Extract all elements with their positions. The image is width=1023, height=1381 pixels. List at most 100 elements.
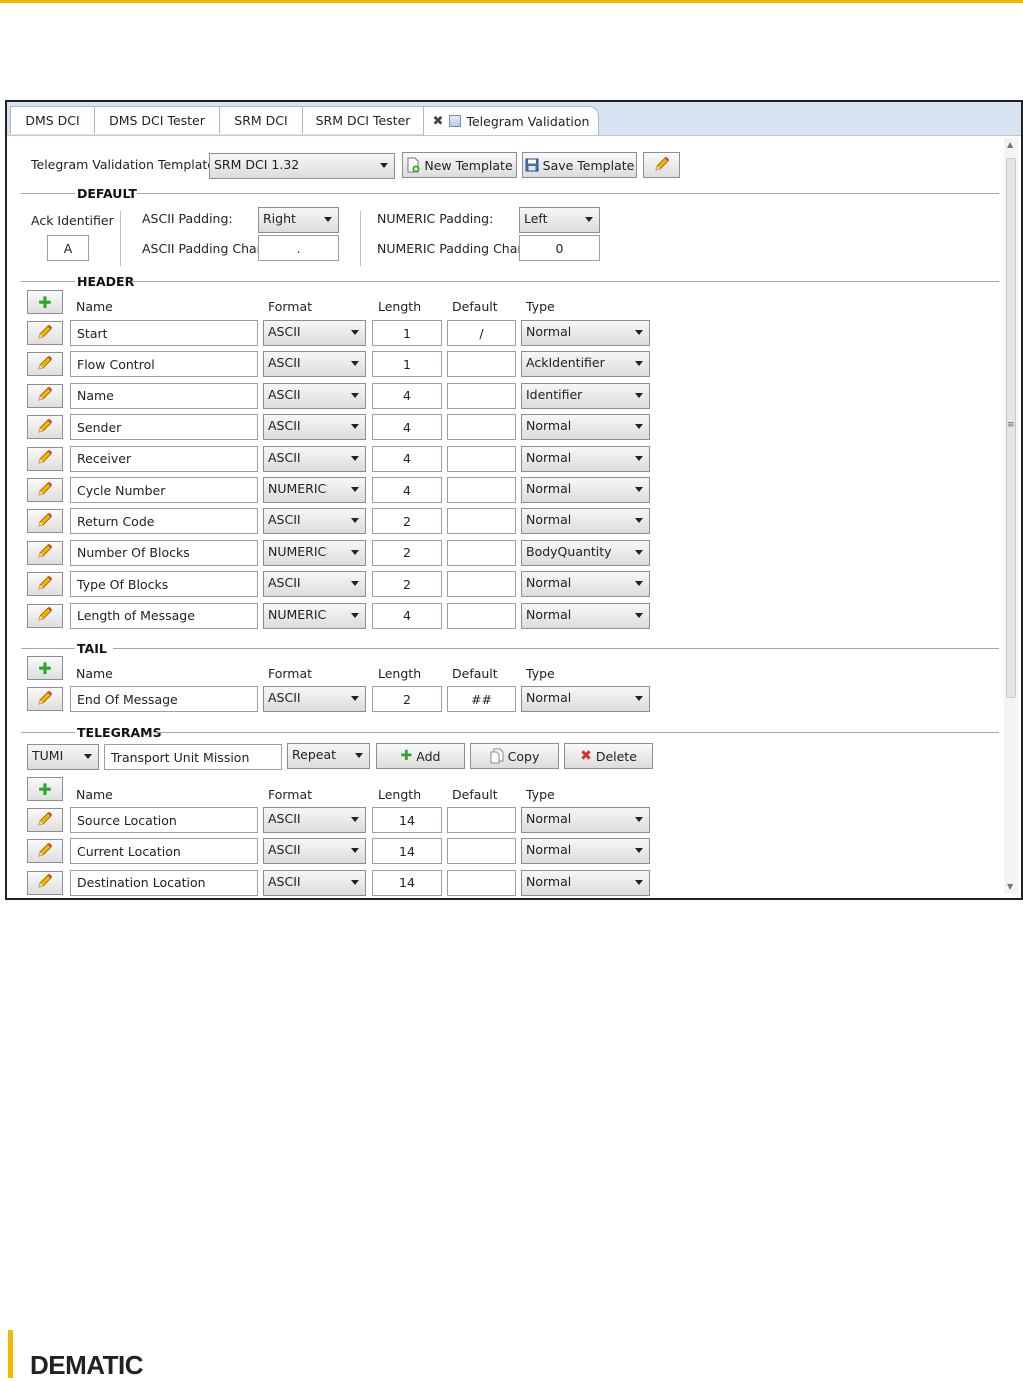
field-format-select[interactable]: ASCII: [263, 414, 366, 441]
field-length-input[interactable]: 14: [372, 838, 442, 865]
field-type-select[interactable]: Identifier: [521, 382, 650, 409]
edit-field-button[interactable]: [27, 870, 63, 895]
field-format-select[interactable]: ASCII: [263, 445, 366, 472]
field-format-select[interactable]: ASCII: [263, 508, 366, 535]
copy-telegram-button[interactable]: Copy: [470, 743, 559, 769]
edit-field-button[interactable]: [27, 540, 63, 565]
field-length-input[interactable]: 4: [372, 477, 442, 503]
tab-telegram-validation[interactable]: ✖ Telegram Validation: [423, 106, 599, 135]
edit-field-button[interactable]: [27, 446, 63, 471]
field-format-select[interactable]: ASCII: [263, 869, 366, 896]
numeric-padding-select[interactable]: Left: [519, 207, 600, 233]
edit-field-button[interactable]: [27, 383, 63, 408]
tab-dms-dci-tester[interactable]: DMS DCI Tester: [94, 106, 220, 134]
field-type-select[interactable]: AckIdentifier: [521, 351, 650, 378]
field-type-select[interactable]: Normal: [521, 508, 650, 535]
ascii-padding-select[interactable]: Right: [258, 207, 339, 233]
field-length-input[interactable]: 14: [372, 807, 442, 833]
field-length-input[interactable]: 1: [372, 351, 442, 378]
field-name-input[interactable]: Start: [70, 320, 258, 346]
field-default-input[interactable]: [447, 477, 516, 503]
vertical-scrollbar[interactable]: ▲ ≡ ▼: [1004, 138, 1018, 894]
telegram-code-select[interactable]: TUMI: [27, 744, 99, 770]
field-format-select[interactable]: ASCII: [263, 571, 366, 598]
save-template-button[interactable]: Save Template: [522, 152, 637, 178]
field-default-input[interactable]: [447, 807, 516, 833]
field-length-input[interactable]: 2: [372, 539, 442, 566]
edit-field-button[interactable]: [27, 572, 63, 597]
field-length-input[interactable]: 2: [372, 508, 442, 535]
edit-field-button[interactable]: [27, 687, 63, 711]
field-name-input[interactable]: Current Location: [70, 838, 258, 865]
edit-field-button[interactable]: [27, 509, 63, 534]
field-length-input[interactable]: 14: [372, 869, 442, 896]
telegram-mode-select[interactable]: Repeat: [287, 743, 370, 769]
field-name-input[interactable]: Source Location: [70, 807, 258, 833]
edit-field-button[interactable]: [27, 603, 63, 628]
field-format-select[interactable]: ASCII: [263, 382, 366, 409]
field-type-select[interactable]: Normal: [521, 445, 650, 472]
field-type-select[interactable]: Normal: [521, 477, 650, 503]
template-select[interactable]: SRM DCI 1.32: [209, 153, 395, 179]
field-format-select[interactable]: ASCII: [263, 838, 366, 865]
field-length-input[interactable]: 2: [372, 686, 442, 712]
add-header-field-button[interactable]: ✚: [27, 290, 63, 314]
field-default-input[interactable]: [447, 414, 516, 441]
field-format-select[interactable]: ASCII: [263, 351, 366, 378]
field-default-input[interactable]: [447, 838, 516, 865]
telegram-description-input[interactable]: Transport Unit Mission: [104, 744, 282, 770]
field-default-input[interactable]: /: [447, 320, 516, 346]
field-default-input[interactable]: [447, 602, 516, 629]
field-default-input[interactable]: ##: [447, 686, 516, 712]
edit-field-button[interactable]: [27, 839, 63, 864]
scroll-up-icon[interactable]: ▲: [1007, 140, 1013, 149]
field-name-input[interactable]: Number Of Blocks: [70, 539, 258, 566]
tab-srm-dci-tester[interactable]: SRM DCI Tester: [302, 106, 424, 134]
field-length-input[interactable]: 4: [372, 602, 442, 629]
field-format-select[interactable]: ASCII: [263, 807, 366, 833]
close-tab-icon[interactable]: ✖: [433, 114, 444, 129]
field-name-input[interactable]: Flow Control: [70, 351, 258, 378]
add-telegram-button[interactable]: ✚ Add: [376, 743, 465, 769]
add-telegram-field-button[interactable]: ✚: [27, 777, 63, 801]
new-template-button[interactable]: New Template: [402, 152, 517, 178]
edit-field-button[interactable]: [27, 808, 63, 832]
field-name-input[interactable]: Destination Location: [70, 869, 258, 896]
scroll-down-icon[interactable]: ▼: [1007, 882, 1013, 891]
edit-field-button[interactable]: [27, 415, 63, 440]
field-name-input[interactable]: Length of Message: [70, 602, 258, 629]
field-type-select[interactable]: Normal: [521, 807, 650, 833]
field-length-input[interactable]: 4: [372, 414, 442, 441]
field-length-input[interactable]: 4: [372, 382, 442, 409]
field-type-select[interactable]: Normal: [521, 571, 650, 598]
edit-field-button[interactable]: [27, 478, 63, 502]
field-type-select[interactable]: BodyQuantity: [521, 539, 650, 566]
field-default-input[interactable]: [447, 508, 516, 535]
field-type-select[interactable]: Normal: [521, 320, 650, 346]
field-type-select[interactable]: Normal: [521, 602, 650, 629]
field-name-input[interactable]: Type Of Blocks: [70, 571, 258, 598]
field-type-select[interactable]: Normal: [521, 838, 650, 865]
field-default-input[interactable]: [447, 571, 516, 598]
field-type-select[interactable]: Normal: [521, 414, 650, 441]
add-tail-field-button[interactable]: ✚: [27, 656, 63, 680]
edit-template-button[interactable]: [643, 152, 680, 178]
tab-srm-dci[interactable]: SRM DCI: [219, 106, 303, 134]
field-format-select[interactable]: NUMERIC: [263, 602, 366, 629]
edit-field-button[interactable]: [27, 352, 63, 377]
field-format-select[interactable]: ASCII: [263, 320, 366, 346]
field-type-select[interactable]: Normal: [521, 869, 650, 896]
field-name-input[interactable]: Sender: [70, 414, 258, 441]
tab-dms-dci[interactable]: DMS DCI: [10, 106, 95, 134]
ack-identifier-input[interactable]: A: [47, 235, 89, 261]
field-default-input[interactable]: [447, 869, 516, 896]
field-name-input[interactable]: Receiver: [70, 445, 258, 472]
delete-telegram-button[interactable]: ✖ Delete: [564, 743, 653, 769]
field-name-input[interactable]: Return Code: [70, 508, 258, 535]
field-format-select[interactable]: NUMERIC: [263, 539, 366, 566]
field-default-input[interactable]: [447, 539, 516, 566]
field-length-input[interactable]: 4: [372, 445, 442, 472]
field-name-input[interactable]: End Of Message: [70, 686, 258, 712]
field-name-input[interactable]: Cycle Number: [70, 477, 258, 503]
field-format-select[interactable]: NUMERIC: [263, 477, 366, 503]
